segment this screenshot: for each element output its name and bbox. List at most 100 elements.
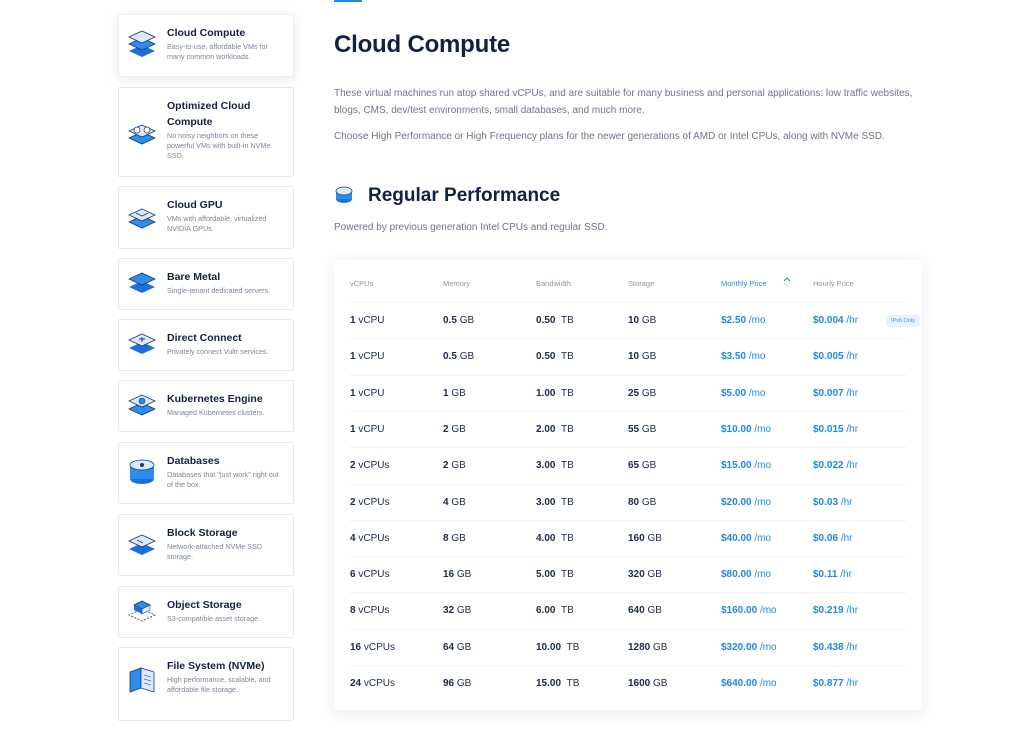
sidebar-item-bare-metal[interactable]: Bare Metal Single-tenant dedicated serve…	[118, 258, 294, 310]
bandwidth-cell-unit: TB	[561, 423, 574, 435]
table-row[interactable]: 1 vCPU 0.5 GB 0.50 TB 10 GB $3.50 /mo $0.005 …	[350, 338, 906, 374]
sidebar-item-title: Cloud Compute	[167, 27, 246, 39]
hourly-price-cell-value: $0.005	[813, 351, 844, 363]
vcpu-cell-value: 6	[350, 569, 356, 581]
sidebar-item-title: Kubernetes Engine	[167, 393, 263, 405]
bandwidth-cell-unit: TB	[561, 315, 574, 326]
column-header-memory[interactable]: Memory	[443, 279, 470, 288]
sidebar-item-kubernetes-engine[interactable]: Kubernetes Engine Managed Kubernetes clu…	[118, 380, 294, 432]
monthly-price-cell: $80.00 /mo	[721, 569, 771, 580]
table-row[interactable]: 8 vCPUs 32 GB 6.00 TB 640 GB $160.00 /mo $0.2…	[350, 592, 906, 628]
hourly-price-cell-unit: /hr	[846, 351, 859, 363]
monthly-price-cell-value: $320.00	[721, 641, 758, 653]
bandwidth-cell-value: 10.00	[536, 641, 562, 653]
sidebar-item-block-storage[interactable]: Block Storage Network-attached NVMe SSD …	[118, 514, 294, 576]
table-row[interactable]: 1 vCPU 0.5 GB 0.50 TB 10 GB $2.50 /mo $0.004 …	[350, 302, 920, 338]
storage-cell: 160 GB	[628, 533, 662, 544]
monthly-price-cell-unit: /mo	[754, 460, 772, 472]
hourly-price-cell-value: $0.877	[813, 678, 844, 689]
sidebar-item-cloud-compute[interactable]: Cloud Compute Easy-to-use, affordable VM…	[118, 14, 294, 77]
hourly-price-cell-value: $0.015	[813, 423, 844, 435]
vcpu-cell-unit: vCPUs	[363, 678, 396, 689]
sidebar-item-file-system[interactable]: File System (NVMe) High performance, sca…	[118, 647, 294, 721]
table-row[interactable]: 1 vCPU 1 GB 1.00 TB 25 GB $5.00 /mo $0.007 /h…	[350, 374, 906, 411]
sidebar-item-databases[interactable]: Databases Databases that "just work" rig…	[118, 442, 294, 504]
vcpu-cell: 2 vCPUs	[350, 497, 389, 508]
monthly-price-cell-unit: /mo	[754, 569, 772, 581]
table-row[interactable]: 16 vCPUs 64 GB 10.00 TB 1280 GB $320.00 /mo $…	[350, 628, 906, 665]
memory-cell: 16 GB	[443, 569, 471, 580]
column-header-vcpus[interactable]: vCPUs	[350, 279, 373, 288]
bandwidth-cell-unit: TB	[561, 605, 574, 617]
optimized-compute-icon	[128, 124, 156, 145]
object-storage-icon	[128, 600, 156, 622]
hourly-price-cell: $0.022 /hr	[813, 460, 858, 471]
hourly-price-cell-unit: /hr	[840, 532, 853, 544]
sidebar-item-optimized-cloud-compute[interactable]: Optimized Cloud Compute No noisy neighbo…	[118, 87, 294, 177]
hourly-price-cell-unit: /hr	[846, 387, 859, 399]
sidebar-item-desc: Privately connect Vultr services.	[167, 347, 269, 356]
column-header-bandwidth[interactable]: Bandwidth	[536, 279, 571, 288]
sort-icon[interactable]	[783, 277, 791, 287]
hourly-price-cell-unit: /hr	[846, 460, 859, 472]
storage-cell: 10 GB	[628, 351, 656, 362]
column-header-storage[interactable]: Storage	[628, 279, 654, 288]
table-row[interactable]: 1 vCPU 2 GB 2.00 TB 55 GB $10.00 /mo $0.015 /…	[350, 410, 906, 447]
memory-cell-unit: GB	[456, 605, 472, 617]
memory-cell: 4 GB	[443, 497, 466, 508]
memory-cell-unit: GB	[451, 496, 466, 508]
pricing-table: vCPUs Memory Bandwidth Storage Monthly P…	[334, 260, 922, 710]
bandwidth-cell-unit: TB	[566, 641, 580, 653]
bandwidth-cell: 6.00 TB	[536, 605, 574, 616]
block-storage-icon	[128, 534, 156, 555]
sidebar-item-direct-connect[interactable]: Direct Connect Privately connect Vultr s…	[118, 319, 294, 371]
monthly-price-cell: $160.00 /mo	[721, 605, 777, 616]
memory-cell-value: 96	[443, 678, 455, 689]
monthly-price-cell: $20.00 /mo	[721, 497, 771, 508]
memory-cell: 0.5 GB	[443, 351, 474, 362]
bandwidth-cell: 3.00 TB	[536, 497, 574, 508]
sidebar-item-title: Direct Connect	[167, 332, 242, 344]
storage-cell: 640 GB	[628, 605, 662, 616]
table-row[interactable]: 2 vCPUs 2 GB 3.00 TB 65 GB $15.00 /mo $0.022 …	[350, 447, 906, 483]
storage-cell: 25 GB	[628, 388, 656, 399]
intro-paragraph: These virtual machines run atop shared v…	[334, 88, 913, 116]
sidebar-item-cloud-gpu[interactable]: Cloud GPU VMs with affordable, virtualiz…	[118, 186, 294, 249]
hourly-price-cell: $0.015 /hr	[813, 424, 858, 435]
storage-cell-unit: GB	[653, 678, 668, 689]
bandwidth-cell: 5.00 TB	[536, 569, 574, 580]
memory-cell-value: 32	[443, 605, 455, 617]
storage-cell-value: 320	[628, 569, 645, 581]
sidebar-item-desc: Managed Kubernetes clusters.	[167, 408, 265, 417]
vcpu-cell-value: 8	[350, 605, 356, 617]
hourly-price-cell: $0.004 /hr	[813, 315, 858, 326]
sidebar-item-object-storage[interactable]: Object Storage S3-compatible asset stora…	[118, 586, 294, 638]
sidebar-item-title: Databases	[167, 455, 220, 467]
hourly-price-cell: $0.007 /hr	[813, 388, 858, 399]
storage-cell: 1600 GB	[628, 678, 667, 689]
vcpu-cell: 1 vCPU	[350, 315, 384, 326]
column-header-monthly-price[interactable]: Monthly Price	[721, 279, 766, 288]
hourly-price-cell: $0.03 /hr	[813, 497, 852, 508]
table-row[interactable]: 2 vCPUs 4 GB 3.00 TB 80 GB $20.00 /mo $0.03 /…	[350, 483, 906, 520]
table-row[interactable]: 24 vCPUs 96 GB 15.00 TB 1600 GB $640.00 /mo $…	[350, 665, 906, 701]
hourly-price-cell-value: $0.11	[813, 569, 838, 581]
column-header-hourly-price[interactable]: Hourly Price	[813, 279, 854, 288]
table-row[interactable]: 4 vCPUs 8 GB 4.00 TB 160 GB $40.00 /mo $0.06 …	[350, 519, 906, 556]
vcpu-cell: 2 vCPUs	[350, 460, 389, 471]
monthly-price-cell-value: $10.00	[721, 423, 752, 435]
monthly-price-cell-value: $3.50	[721, 351, 747, 363]
table-row[interactable]: 6 vCPUs 16 GB 5.00 TB 320 GB $80.00 /mo $0.11…	[350, 556, 906, 592]
monthly-price-cell-unit: /mo	[748, 315, 766, 326]
vcpu-cell: 24 vCPUs	[350, 678, 395, 689]
vcpu-cell-unit: vCPUs	[358, 532, 390, 544]
monthly-price-cell: $5.00 /mo	[721, 388, 765, 399]
bandwidth-cell: 15.00 TB	[536, 678, 579, 689]
bandwidth-cell: 3.00 TB	[536, 460, 574, 471]
sidebar-item-desc: Databases that "just work" right out of …	[167, 470, 279, 489]
storage-cell-unit: GB	[647, 532, 662, 544]
bandwidth-cell-unit: TB	[561, 532, 574, 544]
monthly-price-cell: $640.00 /mo	[721, 678, 777, 689]
vcpu-cell-unit: vCPUs	[358, 460, 390, 472]
vcpu-cell-unit: vCPUs	[358, 496, 390, 508]
